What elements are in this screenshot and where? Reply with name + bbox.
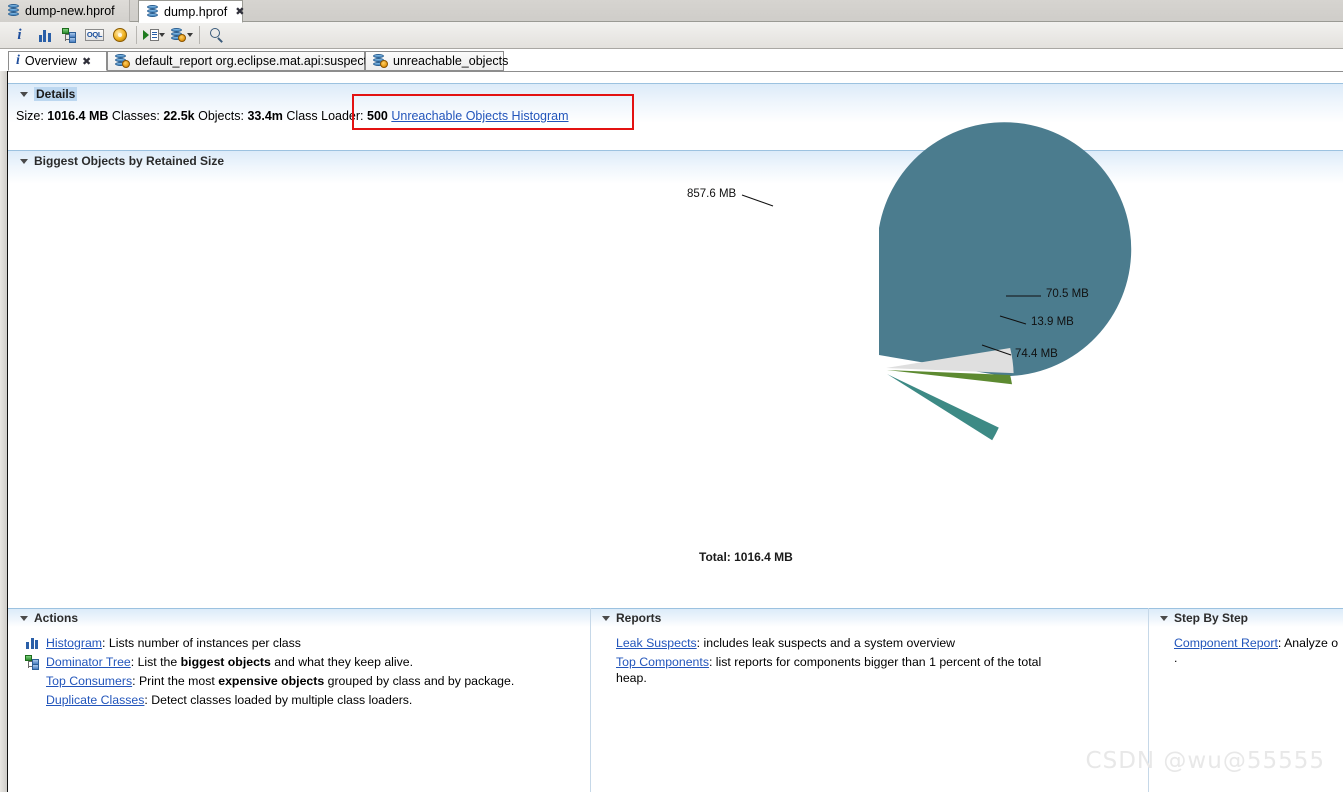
info-icon[interactable]: i (7, 24, 32, 47)
top-components-link[interactable]: Top Components (616, 655, 709, 669)
leader-line-857 (741, 194, 774, 207)
component-report-link[interactable]: Component Report (1174, 636, 1278, 650)
retained-size-pie-chart: 857.6 MB 70.5 MB 13.9 MB 74.4 MB Total: … (1, 102, 1335, 564)
action-desc: List the (134, 655, 181, 669)
step-item-component-report: Component Report: Analyze o (1174, 635, 1343, 651)
tab-default-report-suspects[interactable]: default_report org.eclipse.mat.api:suspe… (107, 51, 373, 71)
section-title: Actions (34, 611, 79, 625)
action-item-histogram: Histogram: Lists number of instances per… (24, 635, 590, 651)
action-desc: Lists number of instances per class (105, 636, 301, 650)
dominator-tree-icon[interactable] (57, 24, 82, 47)
info-icon: i (16, 53, 20, 68)
reports-list: Leak Suspects: includes leak suspects an… (590, 627, 1148, 686)
pie-slice-74[interactable] (878, 374, 1004, 441)
view-tab-label: default_report org.eclipse.mat.api:suspe… (135, 54, 374, 68)
step-by-step-panel-header[interactable]: Step By Step (1148, 608, 1343, 627)
histogram-link[interactable]: Histogram (46, 636, 102, 650)
run-query-icon[interactable] (141, 24, 161, 47)
report-icon (115, 54, 130, 68)
action-item-top-consumers: Top Consumers: Print the most expensive … (24, 673, 590, 689)
pie-total-label: Total: 1016.4 MB (699, 550, 793, 564)
collapse-twisty-icon[interactable] (602, 615, 610, 621)
search-icon[interactable] (204, 24, 229, 47)
action-desc-tail: and what they keep alive. (270, 655, 414, 669)
left-edge-strip (0, 71, 8, 792)
action-desc-bold: expensive objects (218, 674, 325, 688)
pie-slice-857[interactable] (879, 122, 1132, 377)
close-icon[interactable]: ✖ (235, 5, 244, 18)
editor-tab-label: dump-new.hprof (25, 4, 115, 18)
section-title: Step By Step (1174, 611, 1249, 625)
action-item-duplicate-classes: Duplicate Classes: Detect classes loaded… (24, 692, 590, 708)
panel-divider (590, 608, 591, 792)
action-item-dominator-tree: Dominator Tree: List the biggest objects… (24, 654, 590, 670)
step-by-step-panel: Step By Step Component Report: Analyze o… (1148, 608, 1343, 792)
dominator-tree-icon (24, 654, 40, 670)
database-icon (146, 4, 159, 19)
details-section-header[interactable]: Details (8, 84, 1343, 101)
histogram-icon (24, 635, 40, 649)
gear-icon[interactable] (107, 24, 132, 47)
report-icon (373, 54, 388, 68)
collapse-twisty-icon[interactable] (1160, 615, 1168, 621)
section-title: Details (34, 87, 78, 101)
reports-icon[interactable] (167, 24, 189, 47)
actions-list: Histogram: Lists number of instances per… (8, 627, 590, 708)
histogram-icon[interactable] (32, 24, 57, 47)
action-desc: Print the most (135, 674, 219, 688)
actions-panel-header[interactable]: Actions (8, 608, 590, 627)
actions-panel: Actions Histogram: Lists number of insta… (8, 608, 590, 792)
report-item-top-components: Top Components: list reports for compone… (616, 654, 1066, 686)
database-icon (7, 4, 20, 18)
view-tab-label: Overview (24, 54, 77, 68)
editor-tab-dump-new[interactable]: dump-new.hprof (0, 0, 130, 22)
dominator-tree-link[interactable]: Dominator Tree (46, 655, 131, 669)
highlight-annotation (352, 94, 634, 130)
action-desc-bold: biggest objects (180, 655, 271, 669)
pie-label-13: 13.9 MB (1031, 316, 1074, 328)
reports-panel: Reports Leak Suspects: includes leak sus… (590, 608, 1148, 792)
pie-label-70: 70.5 MB (1046, 288, 1089, 300)
view-tab-bar: i Overview ✖ default_report org.eclipse.… (0, 49, 1343, 71)
section-title: Reports (616, 611, 662, 625)
tab-overview[interactable]: i Overview ✖ (8, 51, 107, 71)
pie-label-74: 74.4 MB (1015, 348, 1058, 360)
step-item-continued: . (1174, 650, 1343, 666)
toolbar-separator (199, 26, 200, 44)
leak-suspects-link[interactable]: Leak Suspects (616, 636, 697, 650)
top-consumers-link[interactable]: Top Consumers (46, 674, 132, 688)
report-desc: includes leak suspects and a system over… (700, 636, 956, 650)
editor-tab-label: dump.hprof (164, 4, 228, 19)
reports-panel-header[interactable]: Reports (590, 608, 1148, 627)
oql-icon[interactable]: OQL (82, 24, 107, 47)
action-desc: Detect classes loaded by multiple class … (147, 693, 413, 707)
pie-chart-svg (741, 122, 1132, 441)
tab-unreachable-objects[interactable]: unreachable_objects (365, 51, 508, 71)
editor-tab-bar: dump-new.hprof dump.hprof ✖ (0, 0, 1343, 23)
step-desc: Analyze o (1281, 636, 1339, 650)
toolbar-separator (136, 26, 137, 44)
report-item-leak-suspects: Leak Suspects: includes leak suspects an… (616, 635, 1136, 651)
collapse-twisty-icon[interactable] (20, 91, 28, 97)
panel-divider (1148, 608, 1149, 792)
pie-label-857: 857.6 MB (687, 188, 737, 200)
step-desc: . (1174, 651, 1178, 665)
duplicate-classes-link[interactable]: Duplicate Classes (46, 693, 144, 707)
view-tab-label: unreachable_objects (393, 54, 509, 68)
step-by-step-list: Component Report: Analyze o . (1148, 627, 1343, 669)
action-desc-tail: grouped by class and by package. (324, 674, 515, 688)
main-toolbar: i OQL (0, 22, 1343, 49)
collapse-twisty-icon[interactable] (20, 615, 28, 621)
overview-content: Details Size: 1016.4 MB Classes: 22.5k O… (0, 71, 1343, 792)
editor-tab-dump[interactable]: dump.hprof ✖ (138, 0, 244, 23)
close-icon[interactable]: ✖ (82, 55, 91, 68)
